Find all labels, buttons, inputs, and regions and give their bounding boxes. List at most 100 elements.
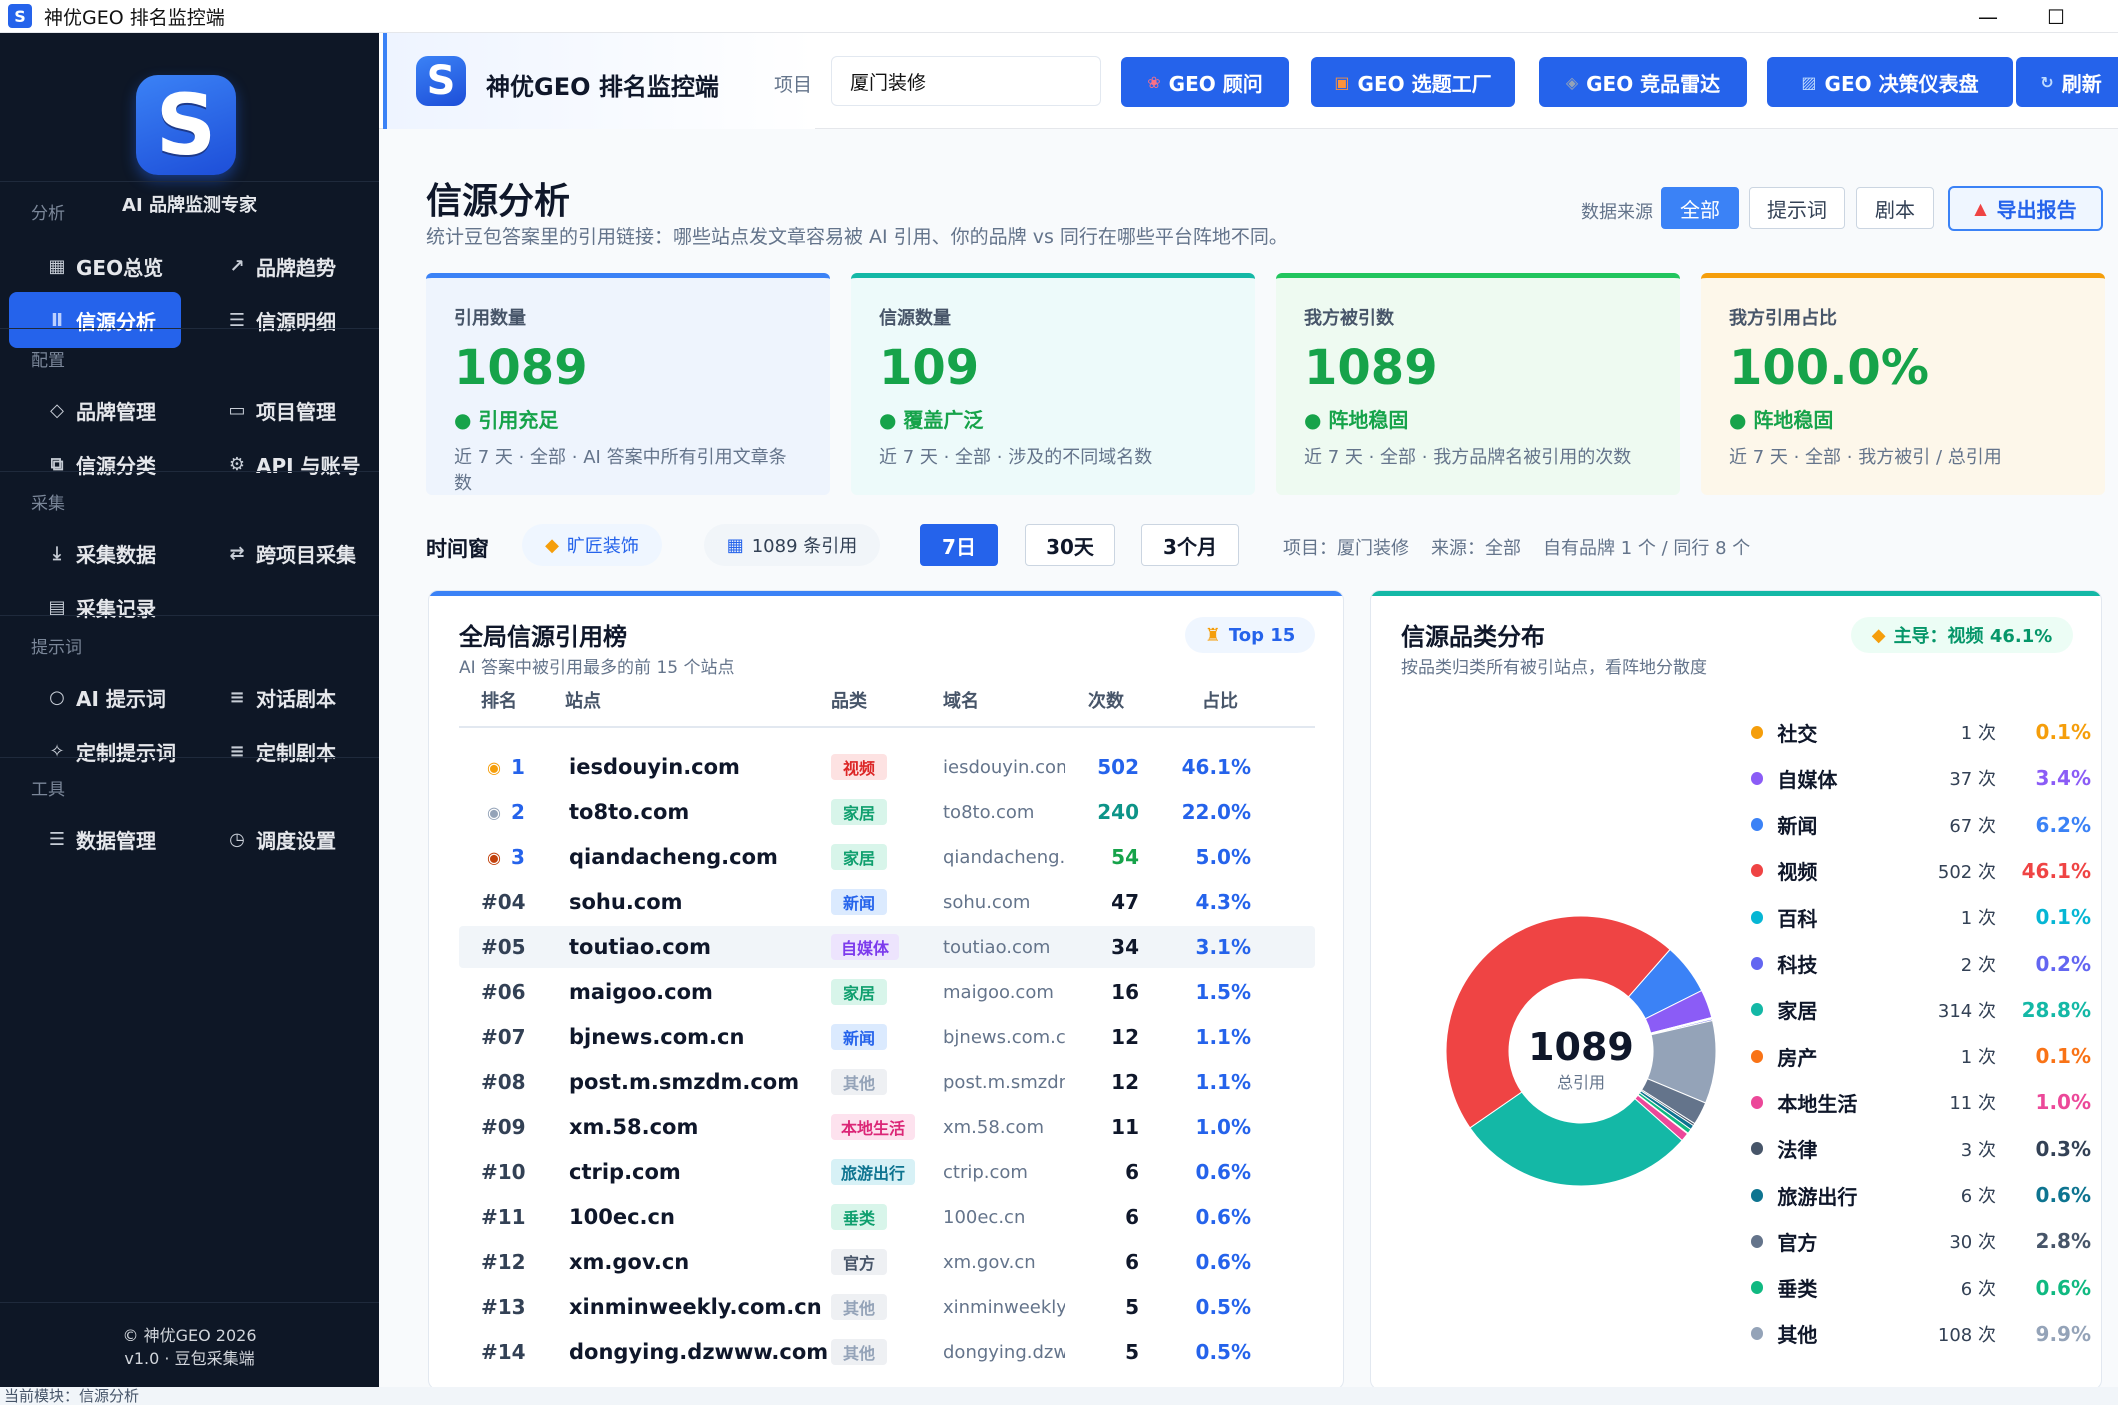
range-button-1[interactable]: 30天 bbox=[1025, 524, 1115, 566]
table-row[interactable]: #04 sohu.com 新闻 sohu.com 47 4.3% bbox=[459, 881, 1315, 923]
source-option-2[interactable]: 剧本 bbox=[1856, 187, 1934, 229]
project-input[interactable]: 厦门装修 bbox=[831, 56, 1101, 106]
site-name[interactable]: ctrip.com bbox=[569, 1151, 681, 1193]
sidebar-item-API 与账号[interactable]: ⚙ API 与账号 bbox=[188, 436, 368, 492]
legend-item[interactable]: 百科 1 次 0.1% bbox=[1751, 894, 2091, 940]
toolbar-button-4[interactable]: ↻ 刷新 bbox=[2016, 57, 2118, 107]
range-button-0[interactable]: 7日 bbox=[920, 524, 998, 566]
sidebar-item-项目管理[interactable]: ▭ 项目管理 bbox=[188, 382, 368, 438]
toolbar-button-2[interactable]: ◈ GEO 竞品雷达 bbox=[1539, 57, 1747, 107]
range-button-2[interactable]: 3个月 bbox=[1141, 524, 1239, 566]
legend-item[interactable]: 本地生活 11 次 1.0% bbox=[1751, 1079, 2091, 1125]
pct-cell: 1.5% bbox=[1195, 980, 1251, 1004]
sidebar-item-对话剧本[interactable]: ≡ 对话剧本 bbox=[188, 669, 368, 725]
category-title: 信源品类分布 bbox=[1401, 623, 1545, 651]
clock-icon: ◷ bbox=[229, 828, 245, 850]
legend-count: 11 次 bbox=[1949, 1093, 1996, 1115]
sidebar-item-信源明细[interactable]: ☰ 信源明细 bbox=[188, 292, 368, 348]
table-row[interactable]: #09 xm.58.com 本地生活 xm.58.com 11 1.0% bbox=[459, 1106, 1315, 1148]
top15-badge: ♜ Top 15 bbox=[1185, 617, 1315, 653]
table-row[interactable]: #14 dongying.dzwww.com其他 dongying.dzww 5 0.5… bbox=[459, 1331, 1315, 1373]
site-name[interactable]: 100ec.cn bbox=[569, 1196, 675, 1238]
sidebar-item-label: 定制提示词 bbox=[76, 740, 176, 765]
brand-chip[interactable]: ◆ 旷匠装饰 bbox=[522, 524, 662, 566]
legend-item[interactable]: 其他 108 次 9.9% bbox=[1751, 1311, 2091, 1357]
legend-name: 家居 bbox=[1777, 999, 1818, 1024]
legend-item[interactable]: 旅游出行 6 次 0.6% bbox=[1751, 1172, 2091, 1218]
sidebar-item-数据管理[interactable]: ☰ 数据管理 bbox=[9, 811, 181, 867]
legend-item[interactable]: 社交 1 次 0.1% bbox=[1751, 709, 2091, 755]
table-row[interactable]: #13 xinminweekly.com.cn 其他 xinminweekly.c 5 0… bbox=[459, 1286, 1315, 1328]
pct-cell: 0.6% bbox=[1195, 1250, 1251, 1274]
toolbar-button-1[interactable]: ▣ GEO 选题工厂 bbox=[1311, 57, 1515, 107]
site-name[interactable]: xm.gov.cn bbox=[569, 1241, 689, 1283]
site-name[interactable]: bjnews.com.cn bbox=[569, 1016, 744, 1058]
site-name[interactable]: sohu.com bbox=[569, 881, 683, 923]
category-cell: 家居 bbox=[831, 791, 887, 833]
rank-number: #04 bbox=[481, 890, 526, 914]
sidebar-item-定制剧本[interactable]: ≡ 定制剧本 bbox=[188, 723, 368, 779]
legend-item[interactable]: 官方 30 次 2.8% bbox=[1751, 1218, 2091, 1264]
legend-item[interactable]: 科技 2 次 0.2% bbox=[1751, 941, 2091, 987]
legend-item[interactable]: 新闻 67 次 6.2% bbox=[1751, 802, 2091, 848]
legend-count: 67 次 bbox=[1949, 815, 1996, 837]
legend-item[interactable]: 家居 314 次 28.8% bbox=[1751, 987, 2091, 1033]
minimize-icon[interactable]: — bbox=[1958, 0, 2018, 33]
table-row[interactable]: #07 bjnews.com.cn 新闻 bjnews.com.cn 12 1.1% bbox=[459, 1016, 1315, 1058]
table-row[interactable]: ◉ 1 iesdouyin.com 视频 iesdouyin.com 502 46.1% bbox=[459, 746, 1315, 788]
rank-cell: #04 bbox=[481, 881, 526, 923]
sidebar-item-采集数据[interactable]: ⤓ 采集数据 bbox=[9, 525, 181, 581]
toolbar-logo: S bbox=[416, 56, 466, 106]
sidebar-item-品牌趋势[interactable]: ↗ 品牌趋势 bbox=[188, 238, 368, 294]
category-tag: 视频 bbox=[831, 754, 887, 780]
site-name[interactable]: toutiao.com bbox=[569, 926, 711, 968]
legend-item[interactable]: 法律 3 次 0.3% bbox=[1751, 1126, 2091, 1172]
site-name[interactable]: post.m.smzdm.com bbox=[569, 1061, 799, 1103]
sidebar-item-跨项目采集[interactable]: ⇄ 跨项目采集 bbox=[188, 525, 368, 581]
table-row[interactable]: #10 ctrip.com 旅游出行 ctrip.com 6 0.6% bbox=[459, 1151, 1315, 1193]
domain-cell: xm.58.com bbox=[943, 1116, 1044, 1138]
sidebar-item-信源分析[interactable]: Ⅱ 信源分析 bbox=[9, 292, 181, 348]
export-report-button[interactable]: ▲ 导出报告 bbox=[1948, 186, 2103, 231]
toolbar-button-0[interactable]: ❀ GEO 顾问 bbox=[1121, 57, 1289, 107]
legend-dot bbox=[1751, 1234, 1764, 1248]
legend-item[interactable]: 视频 502 次 46.1% bbox=[1751, 848, 2091, 894]
top-toolbar: S 神优GEO 排名监控端 项目 厦门装修 ❀ GEO 顾问 ▣ GEO 选题工厂 ◈ G… bbox=[379, 33, 2118, 129]
site-name[interactable]: xm.58.com bbox=[569, 1106, 698, 1148]
source-option-0[interactable]: 全部 bbox=[1661, 187, 1739, 229]
table-row[interactable]: #11 100ec.cn 垂类 100ec.cn 6 0.6% bbox=[459, 1196, 1315, 1238]
donut-slice-视频[interactable] bbox=[1445, 915, 1671, 1129]
sidebar-item-定制提示词[interactable]: ✧ 定制提示词 bbox=[9, 723, 181, 779]
site-name[interactable]: maigoo.com bbox=[569, 971, 713, 1013]
sidebar-item-品牌管理[interactable]: ◇ 品牌管理 bbox=[9, 382, 181, 438]
rank-number: #05 bbox=[481, 935, 526, 959]
site-name[interactable]: iesdouyin.com bbox=[569, 746, 740, 788]
sidebar-item-信源分类[interactable]: ⧉ 信源分类 bbox=[9, 436, 181, 492]
toolbar-button-3[interactable]: ▨ GEO 决策仪表盘 bbox=[1767, 57, 2013, 107]
site-name[interactable]: xinminweekly.com.cn bbox=[569, 1286, 822, 1328]
site-name[interactable]: qiandacheng.com bbox=[569, 836, 778, 878]
table-row[interactable]: #08 post.m.smzdm.com 其他 post.m.smzdm. 12 1.1% bbox=[459, 1061, 1315, 1103]
table-row[interactable]: ◉ 2 to8to.com 家居 to8to.com 240 22.0% bbox=[459, 791, 1315, 833]
sidebar-item-AI 提示词[interactable]: ○ AI 提示词 bbox=[9, 669, 181, 725]
site-name[interactable]: dongying.dzwww.com bbox=[569, 1331, 828, 1373]
table-row[interactable]: #06 maigoo.com 家居 maigoo.com 16 1.5% bbox=[459, 971, 1315, 1013]
sidebar-item-GEO总览[interactable]: ▦ GEO总览 bbox=[9, 238, 181, 294]
site-name[interactable]: to8to.com bbox=[569, 791, 689, 833]
legend-item[interactable]: 房产 1 次 0.1% bbox=[1751, 1033, 2091, 1079]
count-cell: 34 bbox=[1111, 935, 1139, 959]
legend-item[interactable]: 垂类 6 次 0.6% bbox=[1751, 1265, 2091, 1311]
sidebar-item-调度设置[interactable]: ◷ 调度设置 bbox=[188, 811, 368, 867]
legend-dot bbox=[1751, 864, 1764, 878]
bar-chart-icon: ▦ bbox=[726, 534, 744, 556]
table-row[interactable]: ◉3qiandacheng.com家居qiandacheng.cc545.0% bbox=[459, 836, 1315, 878]
count-cell: 6 bbox=[1125, 1205, 1139, 1229]
kpi-status: ● 覆盖广泛 bbox=[879, 408, 984, 432]
table-row[interactable]: #05 toutiao.com 自媒体 toutiao.com 34 3.1% bbox=[459, 926, 1315, 968]
legend-count: 30 次 bbox=[1949, 1232, 1996, 1254]
legend-item[interactable]: 自媒体 37 次 3.4% bbox=[1751, 755, 2091, 801]
source-option-1[interactable]: 提示词 bbox=[1749, 187, 1845, 229]
sidebar-item-采集记录[interactable]: ▤ 采集记录 bbox=[9, 579, 181, 635]
table-row[interactable]: #12 xm.gov.cn 官方 xm.gov.cn 6 0.6% bbox=[459, 1241, 1315, 1283]
maximize-icon[interactable]: ☐ bbox=[2026, 0, 2086, 33]
